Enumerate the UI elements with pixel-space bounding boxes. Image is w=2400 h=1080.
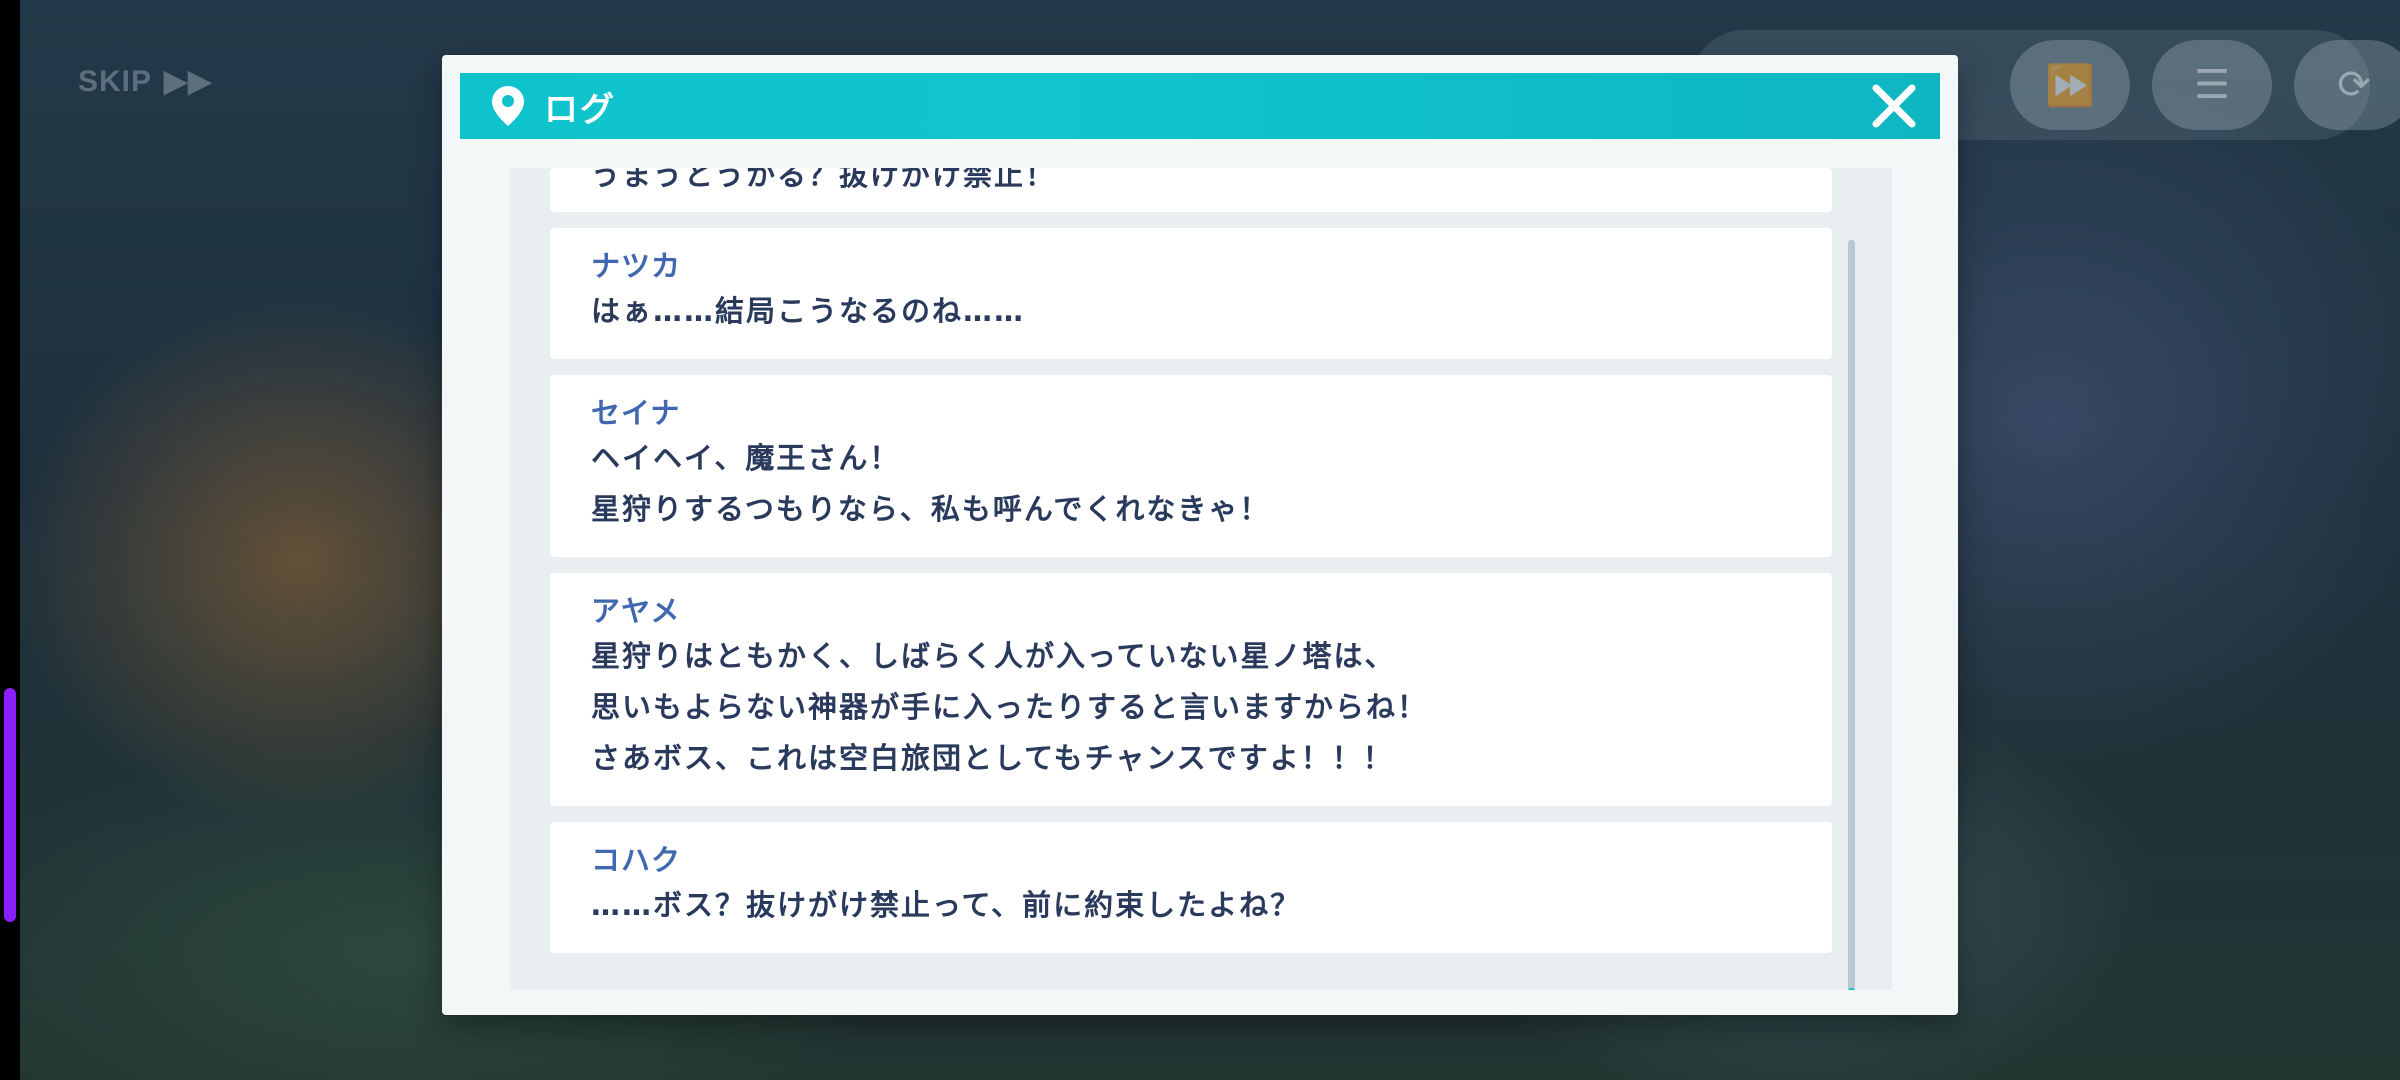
speaker-name: コハク	[591, 843, 682, 877]
log-entry: セイナ ヘイヘイ、魔王さん！ 星狩りするつもりなら、私も呼んでくれなきゃ！	[550, 375, 1832, 557]
skip-icon: ▶▶	[164, 65, 213, 98]
close-icon	[1872, 84, 1916, 128]
log-entry-partial: うまうとうかる？抜けがけ禁止！	[550, 168, 1832, 212]
log-list: うまうとうかる？抜けがけ禁止！ ナツカ はぁ……結局こうなるのね…… セイナ ヘ…	[550, 168, 1832, 969]
scrollbar-track[interactable]	[1848, 240, 1855, 990]
modal-title: ログ	[544, 89, 616, 130]
log-panel[interactable]: うまうとうかる？抜けがけ禁止！ ナツカ はぁ……結局こうなるのね…… セイナ ヘ…	[510, 168, 1892, 990]
log-line: 星狩りするつもりなら、私も呼んでくれなきゃ！	[591, 492, 1271, 526]
menu-button[interactable]: ☰	[2152, 40, 2272, 130]
log-line: 星狩りはともかく、しばらく人が入っていない星ノ塔は、	[591, 639, 1396, 673]
log-line: うまうとうかる？抜けがけ禁止！	[591, 168, 1057, 192]
auto-icon: ⟳	[2337, 62, 2371, 108]
speaker-name: ナツカ	[591, 249, 682, 283]
log-line: ヘイヘイ、魔王さん！	[591, 441, 901, 475]
log-entry: アヤメ 星狩りはともかく、しばらく人が入っていない星ノ塔は、 思いもよらない神器…	[550, 573, 1832, 806]
hud-buttons: ⏩ ☰ ⟳	[2010, 40, 2400, 130]
log-line: さあボス、これは空白旅団としてもチャンスですよ！！！	[591, 741, 1394, 775]
speaker-name: セイナ	[591, 396, 681, 430]
skip-button[interactable]: SKIP ▶▶	[78, 64, 212, 99]
modal-header: ログ	[460, 73, 1940, 139]
log-line: ……ボス？抜けがけ禁止って、前に約束したよね？	[591, 888, 1302, 922]
log-line: 思いもよらない神器が手に入ったりすると言いますからね！	[591, 690, 1429, 724]
log-entry: ナツカ はぁ……結局こうなるのね……	[550, 228, 1832, 359]
fast-forward-button[interactable]: ⏩	[2010, 40, 2130, 130]
auto-button[interactable]: ⟳	[2294, 40, 2400, 130]
log-line: はぁ……結局こうなるのね……	[591, 294, 1026, 328]
scrollbar-thumb[interactable]	[1848, 988, 1855, 990]
skip-label: SKIP	[78, 65, 153, 98]
speaker-name: アヤメ	[591, 594, 681, 628]
log-modal: ログ うまうとうかる？抜けがけ禁止！ ナツカ はぁ……結局こうなるのね…… セイ…	[442, 55, 1958, 1015]
log-entry: コハク ……ボス？抜けがけ禁止って、前に約束したよね？	[550, 822, 1832, 953]
fast-forward-icon: ⏩	[2045, 62, 2095, 109]
edge-accent-bar	[4, 688, 16, 922]
location-pin-icon	[488, 84, 528, 128]
menu-icon: ☰	[2194, 62, 2230, 108]
close-button[interactable]	[1866, 78, 1922, 134]
